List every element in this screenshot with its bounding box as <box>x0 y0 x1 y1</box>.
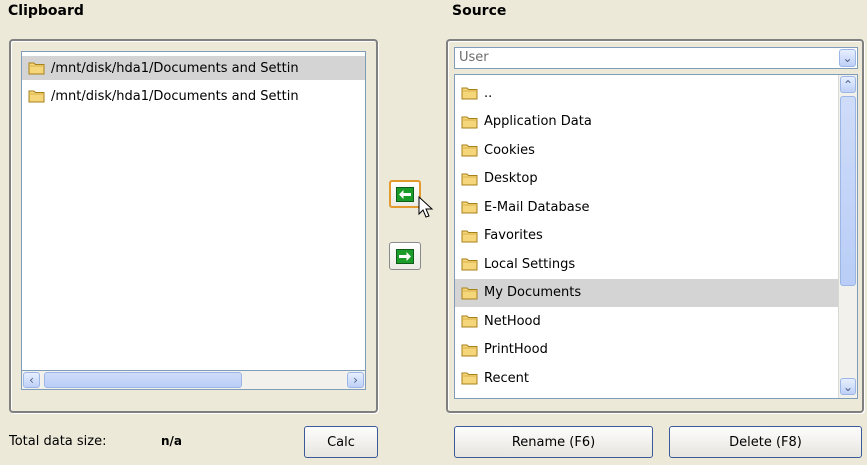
folder-icon <box>461 86 478 100</box>
mouse-pointer-icon <box>418 195 434 224</box>
source-dropdown-value: User <box>459 50 489 65</box>
source-item-label: Cookies <box>484 142 535 158</box>
rename-button[interactable]: Rename (F6) <box>454 426 653 458</box>
source-item[interactable]: Application Data <box>455 108 839 136</box>
source-item[interactable]: Local Settings <box>455 250 839 278</box>
source-list[interactable]: .. Application Data Cookies Desktop E-Mail D… <box>454 74 858 399</box>
total-data-size-label: Total data size: <box>9 434 107 449</box>
move-to-clipboard-button[interactable] <box>389 180 421 208</box>
calc-button[interactable]: Calc <box>304 426 378 458</box>
clipboard-item[interactable]: /mnt/disk/hda1/Documents and Settin <box>22 84 365 108</box>
clipboard-item-label: /mnt/disk/hda1/Documents and Settin <box>51 60 299 76</box>
scrollbar-thumb[interactable] <box>840 96 856 286</box>
clipboard-item-label: /mnt/disk/hda1/Documents and Settin <box>51 88 299 104</box>
clipboard-frame: /mnt/disk/hda1/Documents and Settin /mnt… <box>9 39 378 413</box>
folder-icon <box>461 229 478 243</box>
folder-icon <box>461 257 478 271</box>
arrow-right-icon <box>396 248 414 264</box>
source-title: Source <box>452 3 507 19</box>
folder-icon <box>461 286 478 300</box>
chevron-down-icon[interactable]: ⌄ <box>839 49 856 67</box>
clipboard-list[interactable]: /mnt/disk/hda1/Documents and Settin /mnt… <box>21 51 366 371</box>
source-item-label: NetHood <box>484 313 541 329</box>
scroll-right-button[interactable]: › <box>347 372 364 388</box>
source-item[interactable]: My Documents <box>455 278 839 307</box>
source-item-label: Local Settings <box>484 256 576 272</box>
source-item[interactable]: PrintHood <box>455 336 839 364</box>
source-item[interactable]: .. <box>455 79 839 107</box>
source-item-label: Application Data <box>484 114 592 129</box>
folder-icon <box>461 143 478 157</box>
source-item[interactable]: NetHood <box>455 307 839 335</box>
folder-icon <box>461 343 478 357</box>
source-dropdown[interactable]: User ⌄ <box>454 47 858 69</box>
scroll-down-button[interactable]: ⌄ <box>840 378 856 395</box>
folder-icon <box>28 89 45 103</box>
source-item-label: Recent <box>484 370 529 386</box>
folder-icon <box>28 61 45 75</box>
source-item[interactable]: Cookies <box>455 136 839 164</box>
total-data-size-value: n/a <box>161 434 183 448</box>
source-item[interactable]: Recent <box>455 364 839 392</box>
folder-icon <box>461 371 478 385</box>
folder-icon <box>461 115 478 129</box>
move-to-source-button[interactable] <box>389 242 421 270</box>
clipboard-item[interactable]: /mnt/disk/hda1/Documents and Settin <box>22 56 365 80</box>
source-frame: User ⌄ .. Application Data Cookies Desktop E… <box>446 39 864 413</box>
folder-icon <box>461 314 478 328</box>
source-item-label: Desktop <box>484 171 538 186</box>
source-item-label: .. <box>484 85 493 101</box>
clipboard-title: Clipboard <box>8 3 84 19</box>
arrow-left-icon <box>396 186 414 202</box>
delete-button[interactable]: Delete (F8) <box>669 426 862 458</box>
scroll-left-button[interactable]: ‹ <box>23 372 40 388</box>
source-item-label: My Documents <box>484 285 582 300</box>
clipboard-horizontal-scrollbar[interactable]: ‹ › <box>21 371 366 390</box>
folder-icon <box>461 200 478 214</box>
source-item-label: E-Mail Database <box>484 199 590 215</box>
source-item-label: PrintHood <box>484 342 548 357</box>
source-item[interactable]: E-Mail Database <box>455 193 839 221</box>
folder-icon <box>461 172 478 186</box>
source-item[interactable]: Desktop <box>455 165 839 193</box>
source-item-label: Favorites <box>484 228 543 243</box>
source-item[interactable]: Favorites <box>455 222 839 250</box>
source-vertical-scrollbar[interactable]: ⌃ ⌄ <box>838 75 857 398</box>
scroll-up-button[interactable]: ⌃ <box>840 76 856 93</box>
scrollbar-thumb[interactable] <box>44 372 242 388</box>
